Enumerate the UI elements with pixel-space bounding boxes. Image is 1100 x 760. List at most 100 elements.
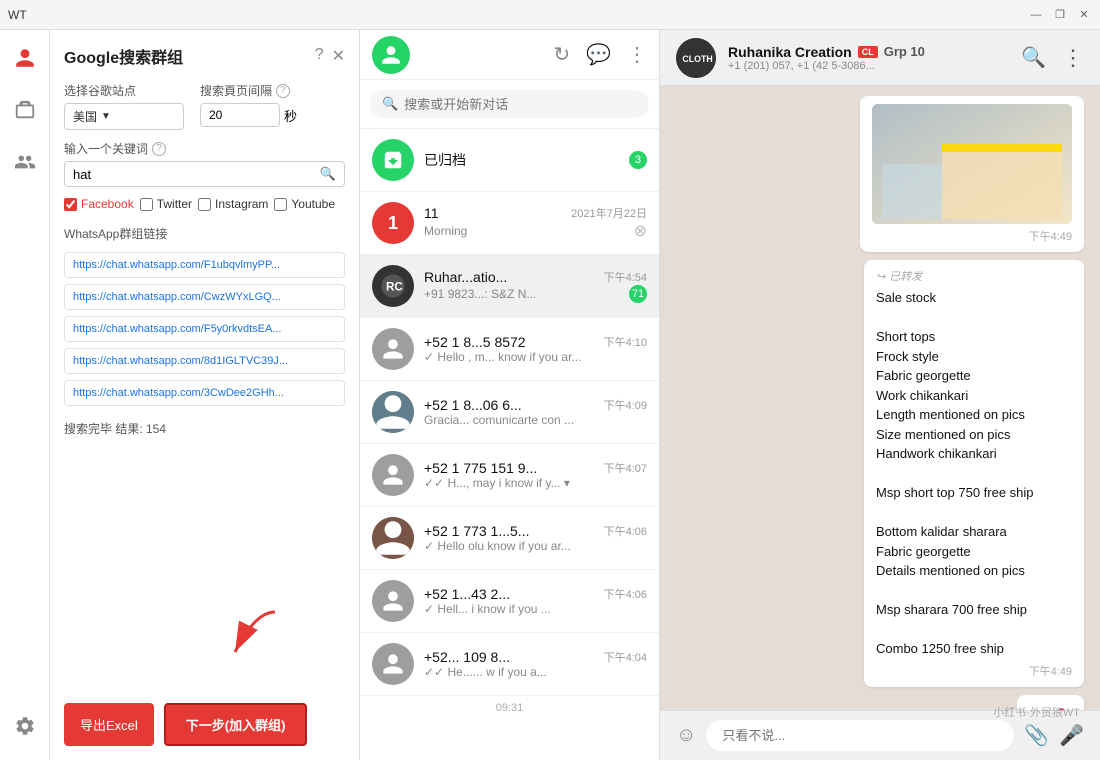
chat-info-52-5: +52 1...43 2... 下午4:06 ✓ Hell... i know … bbox=[424, 586, 647, 616]
svg-text:RC: RC bbox=[386, 281, 403, 294]
site-label: 选择谷歌站点 bbox=[64, 82, 184, 99]
chat-item-52-5[interactable]: +52 1...43 2... 下午4:06 ✓ Hell... i know … bbox=[360, 570, 659, 633]
facebook-label: Facebook bbox=[81, 197, 134, 211]
search-chat-icon[interactable]: 🔍 bbox=[1021, 45, 1046, 71]
chat-messages: 下午4:49 ↪已转发 Sale stock Short tops Frock … bbox=[660, 86, 1100, 710]
keyword-label: 输入一个关键词 ? bbox=[64, 140, 345, 157]
keyword-help-icon[interactable]: ? bbox=[152, 142, 166, 156]
nav-settings-icon[interactable] bbox=[7, 708, 43, 744]
chat-list-header: ↻ 💬 ⋮ bbox=[360, 30, 659, 80]
ruhanika-badge: 71 bbox=[629, 285, 647, 303]
checkbox-twitter[interactable]: Twitter bbox=[140, 197, 192, 211]
nav-people-icon[interactable] bbox=[7, 144, 43, 180]
chat-item-52-2[interactable]: +52 1 8...06 6... 下午4:09 Gracia... comun… bbox=[360, 381, 659, 444]
chat-time-52-2: 下午4:09 bbox=[604, 397, 647, 413]
chat-avatar-52-3 bbox=[372, 454, 414, 496]
user-avatar bbox=[372, 36, 410, 74]
bottom-time: 09:31 bbox=[360, 696, 659, 720]
interval-label: 搜索頁页间隔 ? bbox=[200, 82, 297, 99]
close-panel-icon[interactable]: ✕ bbox=[332, 46, 345, 66]
chat-search: 🔍 bbox=[360, 80, 659, 129]
mic-icon[interactable]: 🎤 bbox=[1059, 723, 1084, 748]
chat-preview-11: Morning ⊗ bbox=[424, 221, 647, 241]
nav-briefcase-icon[interactable] bbox=[7, 92, 43, 128]
chat-item-11[interactable]: 1 11 2021年7月22日 Morning ⊗ bbox=[360, 192, 659, 255]
chat-avatar-52-5 bbox=[372, 580, 414, 622]
link-item[interactable]: https://chat.whatsapp.com/8d1IGLTVC39J..… bbox=[64, 348, 345, 374]
grp-badge: Grp 10 bbox=[884, 44, 925, 59]
link-item[interactable]: https://chat.whatsapp.com/3CwDee2GHh... bbox=[64, 380, 345, 406]
chat-item-52-6[interactable]: +52... 109 8... 下午4:04 ✓✓ He...... w if … bbox=[360, 633, 659, 696]
help-icon[interactable]: ? bbox=[315, 46, 324, 66]
export-excel-button[interactable]: 导出Excel bbox=[64, 703, 154, 746]
interval-help-icon[interactable]: ? bbox=[276, 84, 290, 98]
chat-item-52-4[interactable]: +52 1 773 1...5... 下午4:06 ✓ Hello olu kn… bbox=[360, 507, 659, 570]
msg-text-bubble: ↪已转发 Sale stock Short tops Frock style F… bbox=[864, 260, 1084, 687]
chat-name-ruhanika: Ruhar...atio... bbox=[424, 269, 507, 285]
chat-avatar-52-4 bbox=[372, 517, 414, 559]
chat-time-52-6: 下午4:04 bbox=[604, 649, 647, 665]
bottom-buttons: 导出Excel 下一步(加入群组) bbox=[64, 693, 345, 746]
next-step-button[interactable]: 下一步(加入群组) bbox=[164, 703, 308, 746]
chat-name-11: 11 bbox=[424, 205, 439, 221]
checkbox-facebook[interactable]: Facebook bbox=[64, 197, 134, 211]
left-nav bbox=[0, 30, 50, 760]
chat-list-header-icons: ↻ 💬 ⋮ bbox=[553, 42, 647, 67]
restore-button[interactable]: ❐ bbox=[1052, 7, 1068, 23]
checkbox-youtube[interactable]: Youtube bbox=[274, 197, 335, 211]
minimize-button[interactable]: — bbox=[1028, 7, 1044, 23]
chat-window: CLOTH Ruhanika Creation CL Grp 10 +1 (20… bbox=[660, 30, 1100, 760]
msg-image-time: 下午4:49 bbox=[872, 228, 1072, 244]
chat-preview-52-1: ✓ Hello , m... know if you ar... bbox=[424, 350, 647, 364]
close-button[interactable]: ✕ bbox=[1076, 7, 1092, 23]
emoji-icon[interactable]: ☺ bbox=[676, 724, 696, 747]
chat-name-52-1: +52 1 8...5 8572 bbox=[424, 334, 526, 350]
chat-avatar-11: 1 bbox=[372, 202, 414, 244]
more-icon[interactable]: ⋮ bbox=[627, 42, 647, 67]
chat-window-header: CLOTH Ruhanika Creation CL Grp 10 +1 (20… bbox=[660, 30, 1100, 86]
archived-item[interactable]: 已归档 3 bbox=[360, 129, 659, 192]
chat-avatar-ruhanika: RC bbox=[372, 265, 414, 307]
nav-person-icon[interactable] bbox=[7, 40, 43, 76]
chat-preview-52-2: Gracia... comunicarte con ... bbox=[424, 413, 647, 427]
link-item[interactable]: https://chat.whatsapp.com/CwzWYxLGQ... bbox=[64, 284, 345, 310]
panel-header-icons: ? ✕ bbox=[315, 46, 345, 66]
link-item[interactable]: https://chat.whatsapp.com/F1ubqvlmyPP... bbox=[64, 252, 345, 278]
link-item[interactable]: https://chat.whatsapp.com/F5y0rkvdtsEA..… bbox=[64, 316, 345, 342]
chat-item-ruhanika[interactable]: RC Ruhar...atio... 下午4:54 +91 9823...: S… bbox=[360, 255, 659, 318]
instagram-label: Instagram bbox=[215, 197, 268, 211]
keyword-input[interactable] bbox=[73, 167, 314, 182]
seconds-label: 秒 bbox=[284, 106, 297, 125]
chat-time-52-3: 下午4:07 bbox=[604, 460, 647, 476]
youtube-label: Youtube bbox=[291, 197, 335, 211]
attach-icon[interactable]: 📎 bbox=[1024, 723, 1049, 748]
chat-avatar-52-2 bbox=[372, 391, 414, 433]
site-select[interactable]: 美国 ▼ bbox=[64, 103, 184, 130]
keyword-search-icon[interactable]: 🔍 bbox=[320, 166, 336, 182]
site-interval-row: 选择谷歌站点 美国 ▼ 搜索頁页间隔 ? 秒 bbox=[64, 82, 345, 130]
chat-name-52-5: +52 1...43 2... bbox=[424, 586, 510, 602]
refresh-icon[interactable]: ↻ bbox=[553, 42, 570, 67]
msg-image-bubble: 下午4:49 bbox=[860, 96, 1084, 252]
checkboxes-row: Facebook Twitter Instagram Youtube bbox=[64, 197, 345, 211]
chat-preview-52-4: ✓ Hello olu know if you ar... bbox=[424, 539, 647, 553]
chat-info-11: 11 2021年7月22日 Morning ⊗ bbox=[424, 205, 647, 241]
interval-input[interactable] bbox=[200, 103, 280, 127]
svg-text:CLOTH: CLOTH bbox=[682, 54, 712, 64]
chat-preview-ruhanika: +91 9823...: S&Z N... 71 bbox=[424, 285, 647, 303]
chat-icon[interactable]: 💬 bbox=[586, 42, 611, 67]
panel-header: Google搜索群组 ? ✕ bbox=[64, 44, 345, 68]
chat-item-52-3[interactable]: +52 1 775 151 9... 下午4:07 ✓✓ H..., may i… bbox=[360, 444, 659, 507]
chat-input[interactable] bbox=[706, 720, 1014, 751]
site-select-arrow: ▼ bbox=[101, 111, 111, 122]
titlebar: WT — ❐ ✕ bbox=[0, 0, 1100, 30]
chat-avatar-52-6 bbox=[372, 643, 414, 685]
result-text: 搜索完毕 结果: 154 bbox=[64, 420, 345, 437]
chat-search-inner[interactable]: 🔍 bbox=[370, 90, 649, 118]
chat-search-input[interactable] bbox=[404, 97, 637, 112]
checkbox-instagram[interactable]: Instagram bbox=[198, 197, 268, 211]
archived-avatar bbox=[372, 139, 414, 181]
more-chat-icon[interactable]: ⋮ bbox=[1062, 45, 1084, 71]
msg-text-content: Sale stock Short tops Frock style Fabric… bbox=[876, 288, 1072, 659]
chat-item-52-1[interactable]: +52 1 8...5 8572 下午4:10 ✓ Hello , m... k… bbox=[360, 318, 659, 381]
